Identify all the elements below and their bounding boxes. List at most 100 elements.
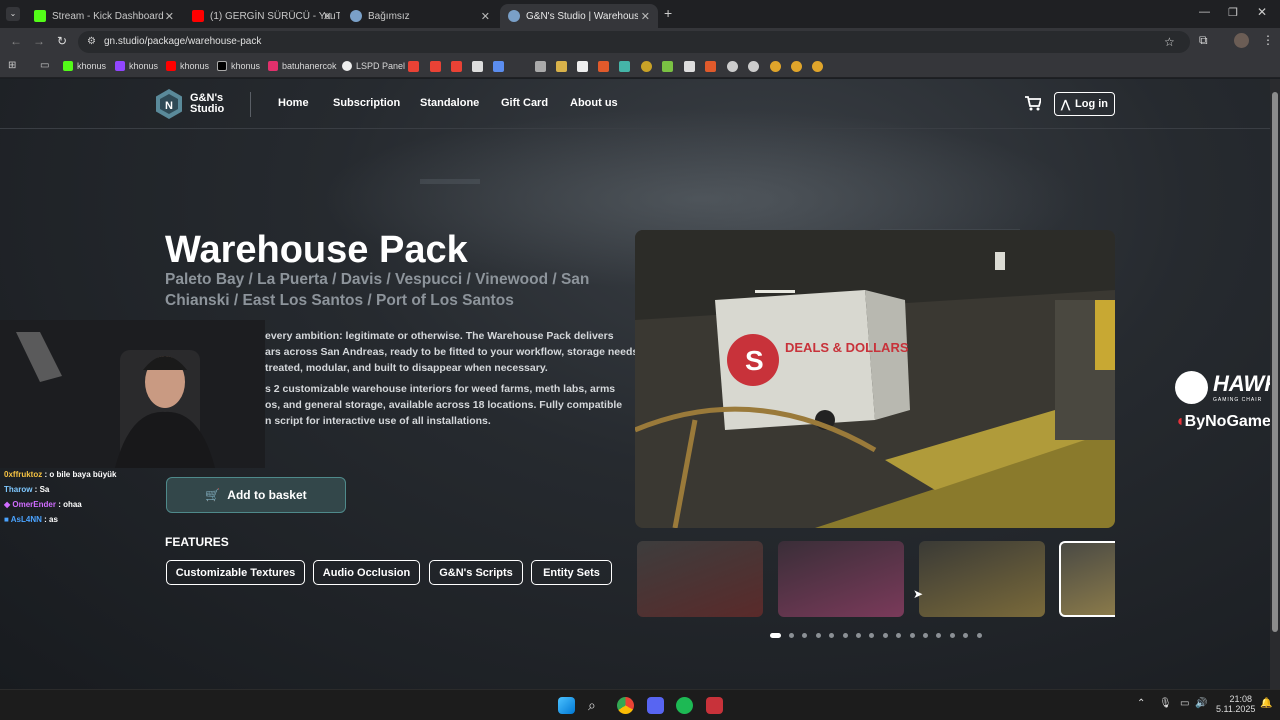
bookmark-icon[interactable]	[791, 61, 802, 72]
close-icon[interactable]: ✕	[481, 10, 490, 23]
close-window-button[interactable]: ✕	[1257, 5, 1267, 19]
url-field[interactable]: ⚙ gn.studio/package/warehouse-pack ☆	[78, 31, 1190, 53]
apps-icon[interactable]: ⊞	[8, 60, 16, 71]
cart-icon: 🛒	[205, 488, 221, 502]
scrollbar-thumb[interactable]	[1272, 92, 1278, 632]
back-icon[interactable]: ←	[10, 34, 22, 48]
bookmark-icon[interactable]	[493, 61, 504, 72]
cart-icon[interactable]	[1024, 96, 1041, 111]
bookmark-icon[interactable]	[770, 61, 781, 72]
volume-icon[interactable]: 🔊	[1195, 698, 1207, 709]
bookmark-item[interactable]: LSPD Panel	[342, 61, 405, 71]
bookmark-icon[interactable]	[472, 61, 483, 72]
folder-icon[interactable]: ▭	[40, 60, 49, 71]
taskbar: ⌕ ⌃ 🎙 ▭ 🔊 21:08 5.11.2025 🔔	[0, 689, 1280, 720]
pagination-dot[interactable]	[882, 633, 888, 638]
tab-kick[interactable]: Stream - Kick Dashboard ✕	[26, 4, 182, 28]
bookmark-icon[interactable]	[556, 61, 567, 72]
gn-logo-icon[interactable]: N	[154, 88, 184, 120]
search-icon[interactable]: ⌕	[588, 697, 605, 714]
feature-chip[interactable]: Entity Sets	[531, 560, 612, 585]
gallery-thumbnail[interactable]	[637, 541, 763, 617]
pagination-dot[interactable]	[949, 633, 955, 638]
nav-subscription[interactable]: Subscription	[333, 97, 400, 109]
app-icon[interactable]	[706, 697, 723, 714]
gmail-icon[interactable]	[408, 61, 419, 72]
feature-chip[interactable]: Audio Occlusion	[313, 560, 420, 585]
gmail-icon[interactable]	[451, 61, 462, 72]
pagination-dot[interactable]	[923, 633, 928, 638]
chrome-icon[interactable]	[617, 697, 634, 714]
nav-about-us[interactable]: About us	[570, 97, 618, 109]
description-line: n script for interactive use of all inst…	[265, 415, 491, 427]
site-info-icon[interactable]: ⚙	[87, 31, 96, 53]
add-to-basket-button[interactable]: 🛒 Add to basket	[166, 477, 346, 513]
extensions-icon[interactable]: ⧉	[1199, 33, 1208, 48]
minimize-button[interactable]: —	[1199, 6, 1210, 18]
bookmark-item[interactable]: khonus	[63, 61, 106, 71]
nav-gift-card[interactable]: Gift Card	[501, 97, 548, 109]
feature-chip[interactable]: Customizable Textures	[166, 560, 305, 585]
network-icon[interactable]: ▭	[1180, 698, 1189, 709]
close-icon[interactable]: ✕	[165, 10, 174, 23]
bookmark-item[interactable]: khonus	[217, 61, 260, 71]
bookmark-icon[interactable]	[812, 61, 823, 72]
bookmark-icon[interactable]	[662, 61, 673, 72]
streamer-webcam	[0, 320, 265, 468]
pagination-dot[interactable]	[856, 633, 861, 638]
notification-icon[interactable]: 🔔	[1260, 698, 1272, 709]
page-viewport: N G&N's Studio Home Subscription Standal…	[0, 79, 1270, 689]
logo-text[interactable]: G&N's Studio	[190, 93, 224, 115]
gallery-thumbnail[interactable]	[778, 541, 904, 617]
gmail-icon[interactable]	[430, 61, 441, 72]
close-icon[interactable]: ✕	[323, 10, 332, 23]
bookmark-icon[interactable]	[641, 61, 652, 72]
pagination-dot[interactable]	[815, 633, 821, 638]
new-tab-button[interactable]: +	[664, 5, 672, 21]
sheet-icon[interactable]	[535, 61, 546, 72]
discord-icon[interactable]	[647, 697, 664, 714]
chevron-up-icon[interactable]: ⌃	[1137, 698, 1145, 709]
reload-icon[interactable]: ↻	[57, 34, 67, 48]
bookmark-icon[interactable]	[684, 61, 695, 72]
bookmark-item[interactable]: khonus	[166, 61, 209, 71]
microphone-icon[interactable]: 🎙	[1159, 698, 1172, 709]
star-icon[interactable]: ☆	[1164, 31, 1175, 53]
tab-search-button[interactable]: ⌄	[6, 7, 20, 21]
youtube-icon	[192, 10, 204, 22]
tab-gn-studio[interactable]: G&N's Studio | Warehouse Pack ✕	[500, 4, 658, 28]
nav-home[interactable]: Home	[278, 97, 309, 109]
bookmark-icon[interactable]	[727, 61, 738, 72]
x-icon	[217, 61, 227, 71]
pagination-dot[interactable]	[909, 633, 915, 638]
description-line: os, and general storage, available acros…	[265, 399, 623, 411]
clock[interactable]: 21:08 5.11.2025	[1216, 694, 1255, 714]
menu-icon[interactable]: ⋮	[1262, 33, 1274, 47]
gallery-thumbnail-active[interactable]	[1059, 541, 1115, 617]
bookmark-icon[interactable]	[577, 61, 588, 72]
bookmark-icon[interactable]	[748, 61, 759, 72]
truck-label: DEALS & DOLLARS	[785, 340, 909, 355]
pagination-dot[interactable]	[976, 633, 982, 638]
spotify-icon[interactable]	[676, 697, 693, 714]
bookmark-item[interactable]: khonus	[115, 61, 158, 71]
login-button[interactable]: ⋀ Log in	[1054, 92, 1115, 116]
bookmark-icon[interactable]	[619, 61, 630, 72]
gallery-thumbnail[interactable]	[919, 541, 1045, 617]
bookmark-icon[interactable]	[598, 61, 609, 72]
restore-button[interactable]: ❐	[1228, 6, 1238, 19]
feature-chip[interactable]: G&N's Scripts	[429, 560, 523, 585]
forward-icon[interactable]: →	[33, 34, 45, 48]
tab-youtube[interactable]: (1) GERGİN SÜRÜCÜ - YouTube ✕	[184, 4, 340, 28]
windows-start-icon[interactable]	[558, 697, 575, 714]
avatar[interactable]	[1234, 33, 1249, 48]
nav-standalone[interactable]: Standalone	[420, 97, 479, 109]
bookmark-item[interactable]: batuhanercok	[268, 61, 337, 71]
pagination-dot[interactable]	[789, 633, 794, 638]
tab-bagimsiz[interactable]: Bağımsız ✕	[342, 4, 498, 28]
pagination-dot-active[interactable]	[770, 633, 781, 638]
pagination-dot[interactable]	[842, 633, 848, 638]
bookmark-icon[interactable]	[705, 61, 716, 72]
close-icon[interactable]: ✕	[641, 10, 650, 23]
main-product-image[interactable]: S DEALS & DOLLARS	[635, 230, 1115, 528]
